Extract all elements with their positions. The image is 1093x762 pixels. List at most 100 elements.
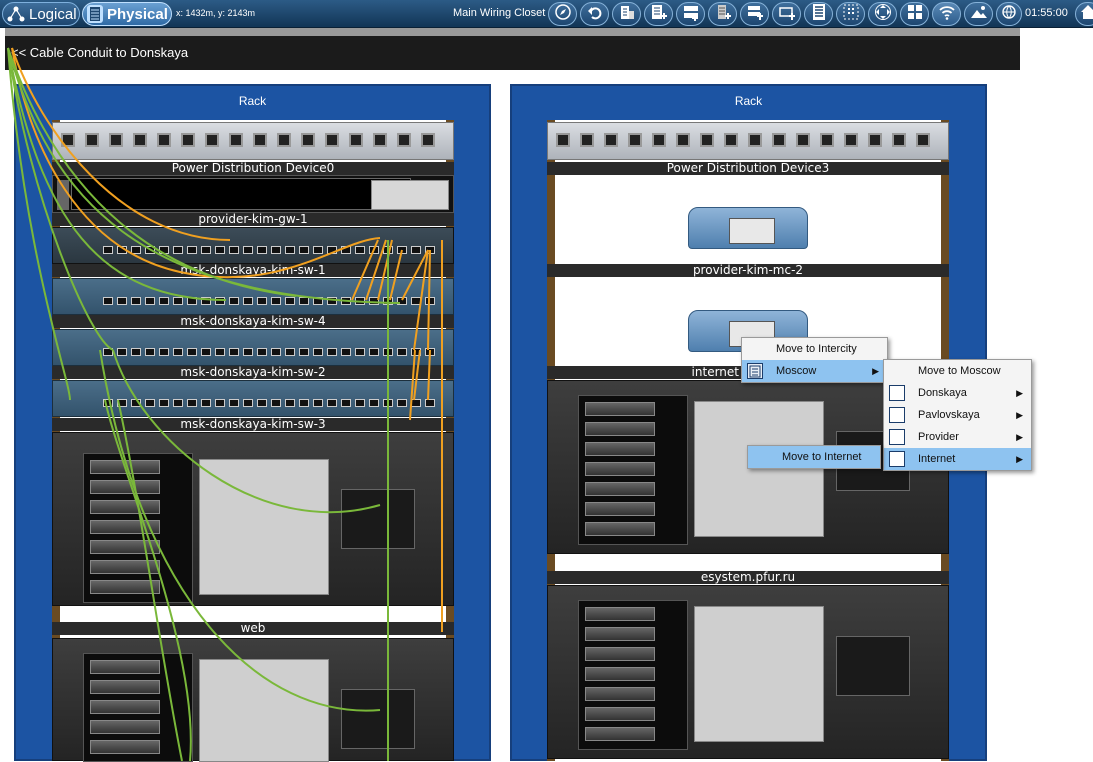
msk-donskaya-kim-sw-2-device[interactable] bbox=[52, 329, 454, 366]
provider-kim-gw-1-device[interactable] bbox=[52, 175, 454, 213]
port[interactable] bbox=[676, 133, 690, 147]
port[interactable] bbox=[411, 399, 421, 407]
port[interactable] bbox=[215, 246, 225, 254]
port[interactable] bbox=[299, 399, 309, 407]
port[interactable] bbox=[61, 133, 75, 147]
menu-item-move-to-internet[interactable]: Move to Internet bbox=[748, 446, 880, 468]
port[interactable] bbox=[892, 133, 906, 147]
port[interactable] bbox=[556, 133, 570, 147]
port[interactable] bbox=[313, 246, 323, 254]
port[interactable] bbox=[173, 399, 183, 407]
port[interactable] bbox=[243, 348, 253, 356]
port[interactable] bbox=[103, 297, 113, 305]
port[interactable] bbox=[355, 348, 365, 356]
port[interactable] bbox=[421, 133, 435, 147]
port[interactable] bbox=[285, 297, 295, 305]
port[interactable] bbox=[159, 399, 169, 407]
port[interactable] bbox=[341, 399, 351, 407]
port[interactable] bbox=[103, 399, 113, 407]
port[interactable] bbox=[355, 246, 365, 254]
home-button[interactable] bbox=[1075, 2, 1093, 26]
port[interactable] bbox=[285, 348, 295, 356]
port[interactable] bbox=[229, 348, 239, 356]
port[interactable] bbox=[257, 348, 267, 356]
port[interactable] bbox=[299, 246, 309, 254]
port[interactable] bbox=[868, 133, 882, 147]
port[interactable] bbox=[117, 297, 127, 305]
port[interactable] bbox=[411, 348, 421, 356]
new-rack-button[interactable] bbox=[708, 2, 737, 26]
port[interactable] bbox=[205, 133, 219, 147]
port[interactable] bbox=[383, 246, 393, 254]
port[interactable] bbox=[215, 297, 225, 305]
rack-button[interactable] bbox=[676, 2, 705, 26]
port[interactable] bbox=[243, 399, 253, 407]
port[interactable] bbox=[187, 246, 197, 254]
port[interactable] bbox=[604, 133, 618, 147]
port[interactable] bbox=[187, 399, 197, 407]
menu-item-internet[interactable]: Internet ▶ bbox=[884, 448, 1031, 470]
port[interactable] bbox=[157, 133, 171, 147]
pdu-device-3[interactable] bbox=[547, 122, 949, 160]
port[interactable] bbox=[257, 246, 267, 254]
port[interactable] bbox=[355, 399, 365, 407]
port[interactable] bbox=[131, 246, 141, 254]
port[interactable] bbox=[844, 133, 858, 147]
port[interactable] bbox=[301, 133, 315, 147]
port[interactable] bbox=[341, 348, 351, 356]
new-building-button[interactable] bbox=[612, 2, 641, 26]
web-server-device[interactable] bbox=[52, 638, 454, 762]
new-device-button[interactable] bbox=[740, 2, 769, 26]
back-button[interactable] bbox=[580, 2, 609, 26]
cable-conduit-link[interactable]: << Cable Conduit to Donskaya bbox=[5, 36, 1020, 70]
port[interactable] bbox=[299, 348, 309, 356]
menu-item-provider[interactable]: Provider ▶ bbox=[884, 426, 1031, 448]
port[interactable] bbox=[748, 133, 762, 147]
port[interactable] bbox=[201, 348, 211, 356]
port[interactable] bbox=[271, 399, 281, 407]
port[interactable] bbox=[341, 297, 351, 305]
port[interactable] bbox=[145, 399, 155, 407]
port[interactable] bbox=[724, 133, 738, 147]
port[interactable] bbox=[425, 246, 435, 254]
port[interactable] bbox=[145, 246, 155, 254]
background-button[interactable] bbox=[964, 2, 993, 26]
port[interactable] bbox=[173, 348, 183, 356]
port[interactable] bbox=[383, 399, 393, 407]
port[interactable] bbox=[700, 133, 714, 147]
navigation-button[interactable] bbox=[548, 2, 577, 26]
port[interactable] bbox=[243, 246, 253, 254]
port[interactable] bbox=[109, 133, 123, 147]
port[interactable] bbox=[411, 246, 421, 254]
port[interactable] bbox=[373, 133, 387, 147]
port[interactable] bbox=[159, 297, 169, 305]
port[interactable] bbox=[772, 133, 786, 147]
port[interactable] bbox=[131, 297, 141, 305]
port[interactable] bbox=[243, 297, 253, 305]
port[interactable] bbox=[271, 297, 281, 305]
port[interactable] bbox=[652, 133, 666, 147]
port[interactable] bbox=[159, 246, 169, 254]
port[interactable] bbox=[299, 297, 309, 305]
menu-item-pavlovskaya[interactable]: Pavlovskaya ▶ bbox=[884, 404, 1031, 426]
port[interactable] bbox=[257, 399, 267, 407]
port[interactable] bbox=[285, 399, 295, 407]
port[interactable] bbox=[327, 297, 337, 305]
port[interactable] bbox=[201, 399, 211, 407]
port[interactable] bbox=[425, 348, 435, 356]
port[interactable] bbox=[369, 348, 379, 356]
port[interactable] bbox=[181, 133, 195, 147]
menu-item-move-to-moscow[interactable]: Move to Moscow bbox=[884, 360, 1031, 382]
port[interactable] bbox=[327, 348, 337, 356]
port[interactable] bbox=[916, 133, 930, 147]
port[interactable] bbox=[85, 133, 99, 147]
port[interactable] bbox=[397, 399, 407, 407]
msk-donskaya-kim-sw-3-device[interactable] bbox=[52, 380, 454, 417]
port[interactable] bbox=[229, 399, 239, 407]
port[interactable] bbox=[271, 348, 281, 356]
new-table-button[interactable] bbox=[772, 2, 801, 26]
port[interactable] bbox=[796, 133, 810, 147]
port[interactable] bbox=[325, 133, 339, 147]
port[interactable] bbox=[131, 348, 141, 356]
port[interactable] bbox=[159, 348, 169, 356]
